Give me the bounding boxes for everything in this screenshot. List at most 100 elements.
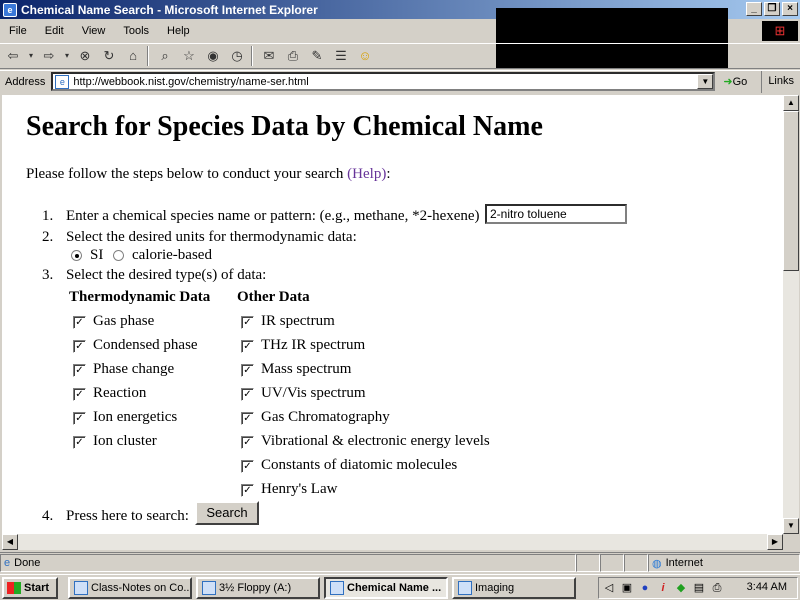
intro-suffix: : [386, 166, 391, 182]
address-bar: Address e http://webbook.nist.gov/chemis… [0, 70, 800, 93]
address-dropdown-icon[interactable]: ▼ [697, 74, 714, 89]
imaging-icon [458, 580, 472, 595]
step3-text: Select the desired type(s) of data: [66, 267, 267, 283]
ie-icon [330, 580, 344, 595]
restore-button[interactable]: ❐ [764, 2, 780, 16]
print-icon[interactable]: ⎙ [282, 45, 304, 67]
messenger-icon[interactable]: ☺ [354, 45, 376, 67]
step-number: 2. [42, 229, 54, 245]
checkbox-mass-spectrum[interactable]: ✓ [241, 364, 254, 377]
refresh-icon[interactable]: ↻ [98, 45, 120, 67]
task-label: Class-Notes on Co... [91, 581, 192, 594]
address-input[interactable]: e http://webbook.nist.gov/chemistry/name… [51, 72, 716, 91]
help-link[interactable]: (Help) [347, 166, 386, 182]
back-icon[interactable]: ⇦ [2, 45, 24, 67]
checkbox-ion-energetics[interactable]: ✓ [73, 412, 86, 425]
menu-view[interactable]: View [73, 25, 115, 37]
units-si-label: SI [90, 247, 104, 263]
windows-logo-icon: ⊞ [762, 21, 798, 41]
clock: 3:44 AM [746, 581, 787, 593]
page-content: Search for Species Data by Chemical Name… [2, 95, 783, 534]
zone-text: Internet [665, 557, 703, 569]
links-button[interactable]: Links [761, 71, 800, 93]
step4-text: Press here to search: [66, 508, 189, 524]
scroll-down-icon[interactable]: ▼ [783, 518, 799, 534]
checkbox-thz-ir-spectrum[interactable]: ✓ [241, 340, 254, 353]
windows-flag-icon [7, 581, 21, 594]
home-icon[interactable]: ⌂ [122, 45, 144, 67]
step-number: 3. [42, 267, 54, 283]
menu-file[interactable]: File [0, 25, 36, 37]
checkbox-uv-vis-spectrum[interactable]: ✓ [241, 388, 254, 401]
toolbar-separator [251, 46, 253, 66]
checkbox-gas-phase[interactable]: ✓ [73, 316, 86, 329]
minimize-button[interactable]: _ [746, 2, 762, 16]
checkbox-label: Gas Chromatography [261, 409, 390, 425]
task-class-notes[interactable]: Class-Notes on Co... [68, 576, 192, 599]
search-icon[interactable]: ⌕ [154, 45, 176, 67]
address-url[interactable]: http://webbook.nist.gov/chemistry/name-s… [73, 76, 697, 88]
scroll-thumb[interactable] [783, 111, 799, 271]
checkbox-ion-cluster[interactable]: ✓ [73, 436, 86, 449]
task-label: Chemical Name ... [347, 581, 442, 594]
browser-window: e Chemical Name Search - Microsoft Inter… [0, 0, 800, 574]
menu-help[interactable]: Help [158, 25, 199, 37]
checkbox-vibrational-levels[interactable]: ✓ [241, 436, 254, 449]
printer-icon[interactable]: ⎙ [709, 580, 725, 596]
favorites-icon[interactable]: ☆ [178, 45, 200, 67]
address-label: Address [5, 75, 46, 88]
checkbox-label: Phase change [93, 361, 175, 377]
checkbox-label: Condensed phase [93, 337, 198, 353]
start-button[interactable]: Start [2, 576, 58, 599]
checkbox-label: Vibrational & electronic energy levels [261, 433, 490, 449]
media-icon[interactable]: ◉ [202, 45, 224, 67]
horizontal-scrollbar[interactable]: ◀ ▶ [2, 534, 783, 550]
units-calorie-radio[interactable] [113, 250, 124, 261]
scroll-left-icon[interactable]: ◀ [2, 534, 18, 550]
checkbox-henrys-law[interactable]: ✓ [241, 484, 254, 497]
checkbox-diatomic-constants[interactable]: ✓ [241, 460, 254, 473]
checkbox-label: UV/Vis spectrum [261, 385, 366, 401]
mail-icon[interactable]: ✉ [258, 45, 280, 67]
menu-tools[interactable]: Tools [114, 25, 158, 37]
checkbox-gas-chromatography[interactable]: ✓ [241, 412, 254, 425]
units-calorie-label: calorie-based [132, 247, 212, 263]
stop-icon[interactable]: ⊗ [74, 45, 96, 67]
forward-icon[interactable]: ⇨ [38, 45, 60, 67]
network-icon[interactable]: ▣ [619, 580, 635, 596]
history-icon[interactable]: ◷ [226, 45, 248, 67]
checkbox-condensed-phase[interactable]: ✓ [73, 340, 86, 353]
menu-edit[interactable]: Edit [36, 25, 73, 37]
checkbox-label: Reaction [93, 385, 147, 401]
scroll-right-icon[interactable]: ▶ [767, 534, 783, 550]
checkbox-reaction[interactable]: ✓ [73, 388, 86, 401]
back-dropdown-icon[interactable]: ▾ [26, 45, 36, 67]
units-si-radio[interactable] [71, 250, 82, 261]
other-heading: Other Data [237, 289, 310, 305]
toolbar-separator [147, 46, 149, 66]
checkbox-label: IR spectrum [261, 313, 335, 329]
chemical-name-input[interactable]: 2-nitro toluene [485, 204, 627, 224]
task-chemical-name[interactable]: Chemical Name ... [324, 576, 448, 599]
volume-icon[interactable]: ◁ [601, 580, 617, 596]
status-cell [624, 554, 648, 572]
go-arrow-icon: ➜ [723, 76, 733, 88]
checkbox-phase-change[interactable]: ✓ [73, 364, 86, 377]
task-label: Imaging [475, 581, 515, 594]
task-floppy[interactable]: 3½ Floppy (A:) [196, 576, 320, 599]
go-button[interactable]: ➜Go [723, 75, 747, 88]
discuss-icon[interactable]: ☰ [330, 45, 352, 67]
search-button[interactable]: Search [195, 501, 259, 525]
forward-dropdown-icon[interactable]: ▾ [62, 45, 72, 67]
vertical-scrollbar[interactable]: ▲ ▼ [783, 95, 799, 534]
checkbox-ir-spectrum[interactable]: ✓ [241, 316, 254, 329]
messenger-tray-icon[interactable]: ◆ [673, 580, 689, 596]
close-button[interactable]: × [782, 2, 798, 16]
edit-icon[interactable]: ✎ [306, 45, 328, 67]
task-imaging[interactable]: Imaging [452, 576, 576, 599]
start-label: Start [24, 581, 50, 594]
antivirus-icon[interactable]: ● [637, 580, 653, 596]
display-icon[interactable]: ▤ [691, 580, 707, 596]
info-icon[interactable]: i [655, 580, 671, 596]
scroll-up-icon[interactable]: ▲ [783, 95, 799, 111]
